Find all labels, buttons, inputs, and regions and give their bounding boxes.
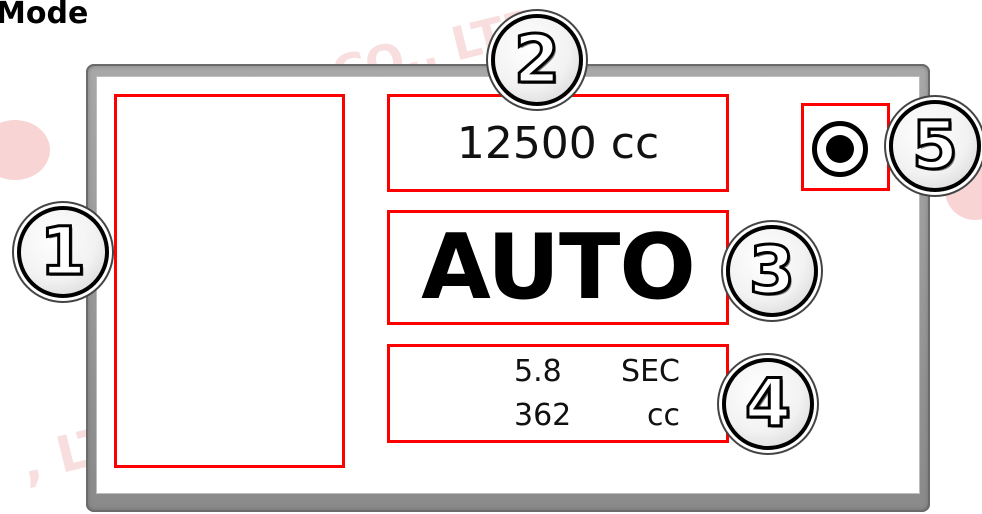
stats-readout: 5.8 SEC 362 cc: [500, 350, 680, 438]
stat-volume-value: 362: [514, 398, 572, 433]
watermark-logo-left: [0, 120, 50, 180]
callout-5: 5: [889, 100, 981, 192]
volume-readout: 12500 cc: [456, 117, 660, 169]
callout-2: 2: [491, 14, 583, 106]
stat-time-value: 5.8: [514, 354, 562, 389]
stat-time-unit: SEC: [621, 354, 680, 389]
record-icon[interactable]: [812, 121, 868, 177]
stat-row-time: 5.8 SEC: [500, 350, 680, 394]
stat-volume-unit: cc: [647, 398, 680, 433]
stat-row-volume: 362 cc: [500, 394, 680, 438]
callout-4: 4: [722, 358, 814, 450]
callout-3: 3: [726, 225, 818, 317]
callout-1: 1: [17, 206, 109, 298]
mode-readout: AUTO: [421, 215, 696, 320]
page-title: Mode: [0, 0, 89, 31]
region-1-box: [114, 94, 345, 468]
